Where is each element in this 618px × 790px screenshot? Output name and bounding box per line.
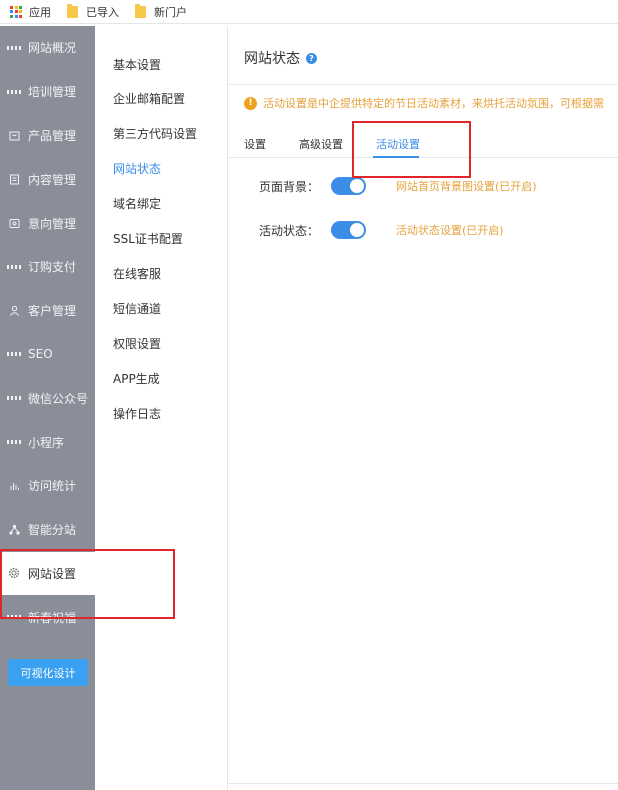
sidebar-item-seo[interactable]: SEO [0,333,95,377]
sidebar-item-label: 培训管理 [28,85,77,100]
subnav-item-mailbox[interactable]: 企业邮箱配置 [113,90,185,107]
highlight-box-site-settings [0,549,175,619]
subnav-item-app[interactable]: APP生成 [113,370,160,387]
sidebar-item-substations[interactable]: 智能分站 [0,508,95,552]
bar-chart-icon [8,480,20,492]
bag-icon [8,129,20,141]
subnav-item-permissions[interactable]: 权限设置 [113,335,161,352]
tab-advanced-settings[interactable]: 高级设置 [299,136,343,152]
page-title-text: 网站状态 [244,51,300,67]
bookmark-apps[interactable]: 应用 [10,4,51,20]
sidebar-item-label: 智能分站 [28,523,77,538]
sidebar-item-label: 小程序 [28,435,65,450]
subnav-item-logs[interactable]: 操作日志 [113,405,161,422]
setting-row-activity-status: 活动状态： 活动状态设置(已开启) [259,221,504,239]
page-title: 网站状态 ? [244,48,317,68]
sidebar-item-analytics[interactable]: 访问统计 [0,464,95,508]
sidebar-item-label: 访问统计 [28,479,77,494]
divider [228,84,618,85]
warning-icon: ! [244,96,257,110]
main-sidebar: 网站概况 培训管理 产品管理 内容管理 意向管理 订购支付 客户管理 SEO 微… [0,26,95,790]
subnav-item-site-status[interactable]: 网站状态 [113,160,161,177]
notice-text: 活动设置是中企提供特定的节日活动素材，来烘托活动氛围，可根据需 [263,97,604,110]
subnav-item-domain[interactable]: 域名绑定 [113,195,161,212]
activity-status-link[interactable]: 活动状态设置(已开启) [396,222,504,238]
highlight-box-activity-tab [352,121,471,178]
grid-icon [7,436,21,448]
divider [228,783,618,784]
sidebar-item-content[interactable]: 内容管理 [0,157,95,201]
bookmark-label: 新门户 [154,5,187,19]
sidebar-item-wechat[interactable]: 微信公众号 [0,376,95,420]
subnav-item-online-service[interactable]: 在线客服 [113,265,161,282]
sidebar-item-label: 网站概况 [28,41,77,56]
sidebar-item-orders[interactable]: 订购支付 [0,245,95,289]
sidebar-item-intent[interactable]: 意向管理 [0,201,95,245]
settings-subnav: 基本设置 企业邮箱配置 第三方代码设置 网站状态 域名绑定 SSL证书配置 在线… [95,26,228,790]
sidebar-item-customers[interactable]: 客户管理 [0,289,95,333]
sidebar-item-label: 产品管理 [28,128,77,143]
folder-icon [67,3,78,18]
bookmarks-bar: 应用 已导入 新门户 [0,0,618,24]
sidebar-item-label: 意向管理 [28,216,77,231]
page-background-toggle[interactable] [331,177,366,195]
activity-notice: ! 活动设置是中企提供特定的节日活动素材，来烘托活动氛围，可根据需 [244,95,618,111]
sidebar-item-mini-program[interactable]: 小程序 [0,420,95,464]
subnav-item-basic[interactable]: 基本设置 [113,56,161,73]
subnav-item-third-party-code[interactable]: 第三方代码设置 [113,125,197,142]
setting-row-page-background: 页面背景： 网站首页背景图设置(已开启) [259,177,537,195]
sidebar-item-label: 微信公众号 [28,391,89,406]
bookmark-imported[interactable]: 已导入 [67,3,119,20]
folder-icon [135,3,146,18]
sidebar-item-training[interactable]: 培训管理 [0,70,95,114]
help-icon[interactable]: ? [306,52,317,64]
document-icon [8,173,20,185]
network-icon [8,524,20,536]
setting-label: 页面背景： [259,179,320,194]
visual-design-button[interactable]: 可视化设计 [8,659,88,686]
sidebar-item-label: 客户管理 [28,304,77,319]
sidebar-item-label: 订购支付 [28,260,77,275]
intent-icon [8,217,20,229]
subnav-item-sms[interactable]: 短信通道 [113,300,161,317]
page-background-link[interactable]: 网站首页背景图设置(已开启) [396,178,537,194]
grid-icon [7,392,21,404]
apps-grid-icon [10,5,22,18]
tab-settings[interactable]: 设置 [244,136,266,152]
setting-label: 活动状态： [259,223,320,238]
sidebar-item-products[interactable]: 产品管理 [0,114,95,158]
bookmark-label: 应用 [29,5,51,19]
sidebar-item-site-overview[interactable]: 网站概况 [0,26,95,70]
bookmark-new-portal[interactable]: 新门户 [135,3,187,20]
grid-icon [7,261,21,273]
sidebar-item-label: 内容管理 [28,172,77,187]
grid-icon [7,42,21,54]
subnav-item-ssl[interactable]: SSL证书配置 [113,230,183,247]
bookmark-label: 已导入 [86,5,119,19]
user-icon [8,305,20,317]
grid-icon [7,86,21,98]
activity-status-toggle[interactable] [331,221,366,239]
grid-icon [7,348,21,360]
sidebar-item-label: SEO [28,347,53,362]
